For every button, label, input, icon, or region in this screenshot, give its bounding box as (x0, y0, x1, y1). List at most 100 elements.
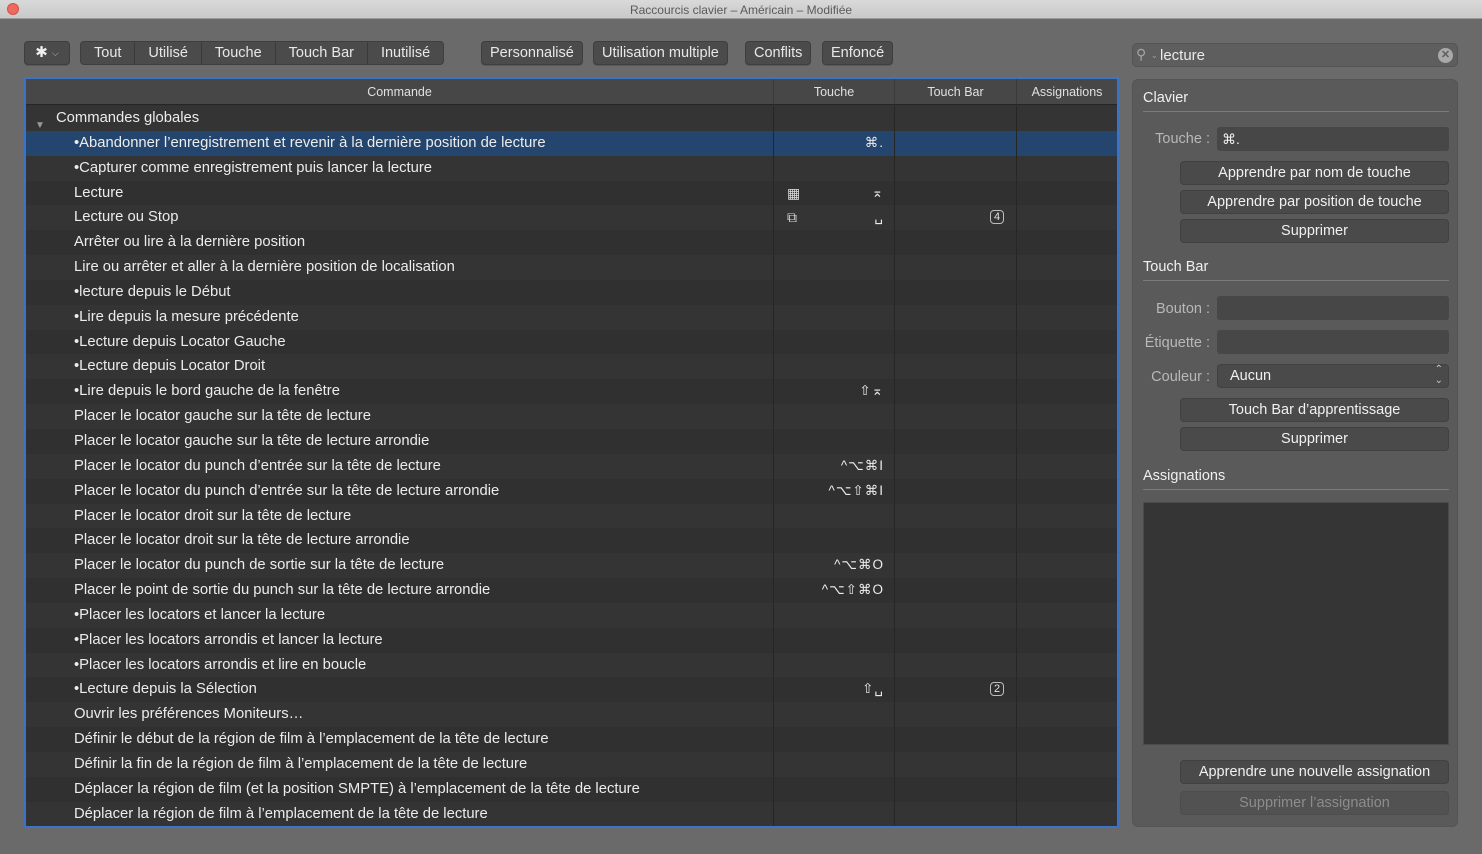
table-row[interactable]: Placer le locator gauche sur la tête de … (26, 428, 1117, 454)
table-row[interactable]: Placer le locator droit sur la tête de l… (26, 528, 1117, 554)
command-cell: •Lire depuis le bord gauche de la fenêtr… (26, 379, 774, 405)
command-label: •Lecture depuis Locator Droit (74, 358, 266, 375)
key-cell (774, 503, 895, 529)
table-row[interactable]: Placer le locator gauche sur la tête de … (26, 404, 1117, 429)
assignations-list[interactable] (1143, 502, 1449, 745)
assignments-cell (1017, 628, 1117, 653)
table-row[interactable]: Arrêter ou lire à la dernière position (26, 230, 1117, 256)
filter-utilise[interactable]: Utilisé (135, 42, 202, 64)
command-cell: Placer le locator droit sur la tête de l… (26, 503, 774, 529)
table-row[interactable]: Placer le locator droit sur la tête de l… (26, 503, 1117, 529)
search-field[interactable]: ⚲ ⌄ lecture ✕ (1132, 43, 1458, 67)
table-row[interactable]: Lecture ▦ ⌅ (26, 180, 1117, 206)
table-row[interactable]: Déplacer la région de film (et la positi… (26, 776, 1117, 802)
command-label: •lecture depuis le Début (74, 283, 231, 300)
key-cell: ^⌥⌘O (774, 553, 895, 579)
table-row[interactable]: •Lire depuis le bord gauche de la fenêtr… (26, 379, 1117, 405)
utilisation-multiple-button[interactable]: Utilisation multiple (593, 41, 728, 65)
header-key[interactable]: Touche (774, 79, 895, 104)
clear-icon[interactable]: ✕ (1438, 48, 1453, 63)
key-cell (774, 155, 895, 181)
touchbar-cell (895, 304, 1017, 330)
table-row[interactable]: •lecture depuis le Début (26, 279, 1117, 305)
key-cell (774, 428, 895, 454)
key-cell: ⌘. (774, 130, 895, 156)
delete-assignment-button[interactable]: Supprimer l’assignation (1180, 791, 1449, 815)
table-row[interactable]: •Placer les locators arrondis et lire en… (26, 652, 1117, 678)
enfonce-button[interactable]: Enfoncé (822, 41, 894, 65)
table-row[interactable]: Lecture ou Stop ⧉ ␣ 4 (26, 205, 1117, 231)
table-row[interactable]: •Abandonner l’enregistrement et revenir … (26, 130, 1117, 156)
table-row[interactable]: Ouvrir les préférences Moniteurs… (26, 702, 1117, 728)
table-row[interactable]: Placer le locator du punch d’entrée sur … (26, 478, 1117, 504)
command-cell: •Placer les locators arrondis et lancer … (26, 627, 774, 653)
header-assignments[interactable]: Assignations (1017, 79, 1117, 104)
command-cell: Lecture ou Stop (26, 205, 774, 231)
filter-tout[interactable]: Tout (81, 42, 136, 64)
command-label: Ouvrir les préférences Moniteurs… (74, 706, 304, 723)
command-label: Définir le début de la région de film à … (74, 731, 549, 748)
options-menu-button[interactable]: ✱ ⌵ (24, 41, 70, 65)
table-row[interactable]: •Lecture depuis Locator Gauche (26, 329, 1117, 355)
learn-touchbar-button[interactable]: Touch Bar d’apprentissage (1180, 398, 1449, 422)
table-row[interactable]: Définir le début de la région de film à … (26, 727, 1117, 752)
assignments-cell (1017, 131, 1117, 156)
personnalise-button[interactable]: Personnalisé (481, 41, 583, 65)
table-row[interactable]: Définir la fin de la région de film à l’… (26, 751, 1117, 777)
command-label: •Placer les locators et lancer la lectur… (74, 606, 326, 623)
command-cell: •Abandonner l’enregistrement et revenir … (26, 130, 774, 156)
key-shortcut: ^⌥⇧⌘O (821, 582, 884, 598)
search-icon[interactable]: ⚲ (1136, 46, 1146, 63)
table-row[interactable]: •Lecture depuis la Sélection ⇧␣ 2 (26, 677, 1117, 703)
key-cell: ^⌥⌘I (774, 453, 895, 479)
touchbar-cell (895, 404, 1017, 429)
filter-touch-bar[interactable]: Touch Bar (276, 42, 368, 64)
touche-field[interactable]: ⌘. (1217, 127, 1449, 151)
filter-touche[interactable]: Touche (202, 42, 276, 64)
search-input[interactable]: lecture (1160, 47, 1205, 64)
command-cell: Placer le locator droit sur la tête de l… (26, 528, 774, 554)
touchbar-cell (895, 329, 1017, 355)
touchbar-cell (895, 503, 1017, 529)
assignments-cell (1017, 156, 1117, 181)
updown-chevron-icon: ⌃ ⌄ (1434, 364, 1443, 386)
header-touchbar[interactable]: Touch Bar (895, 79, 1017, 104)
bouton-field[interactable] (1217, 296, 1449, 320)
conflits-button[interactable]: Conflits (745, 41, 812, 65)
command-cell: Placer le locator du punch d’entrée sur … (26, 453, 774, 479)
delete-key-button[interactable]: Supprimer (1180, 219, 1449, 243)
search-menu-chevron-icon: ⌄ (1151, 51, 1158, 60)
learn-by-key-name-button[interactable]: Apprendre par nom de touche (1180, 161, 1449, 185)
delete-touchbar-button[interactable]: Supprimer (1180, 427, 1449, 451)
assignments-cell (1017, 230, 1117, 255)
key-cell (774, 528, 895, 554)
table-row[interactable]: Placer le point de sortie du punch sur l… (26, 578, 1117, 603)
group-row[interactable]: ▼ Commandes globales (26, 106, 1117, 131)
table-row[interactable]: •Placer les locators arrondis et lancer … (26, 627, 1117, 653)
couleur-label: Couleur : (1151, 369, 1210, 385)
couleur-select[interactable]: Aucun ⌃ ⌄ (1217, 364, 1449, 388)
filter-inutilise[interactable]: Inutilisé (368, 42, 443, 64)
learn-by-key-position-button[interactable]: Apprendre par position de touche (1180, 190, 1449, 214)
command-cell: Placer le locator gauche sur la tête de … (26, 428, 774, 454)
table-row[interactable]: •Lire depuis la mesure précédente (26, 304, 1117, 330)
key-shortcut: ⇧␣ (862, 681, 884, 697)
table-row[interactable]: Placer le locator du punch de sortie sur… (26, 553, 1117, 579)
table-row[interactable]: •Capturer comme enregistrement puis lanc… (26, 155, 1117, 181)
assignments-cell (1017, 504, 1117, 529)
table-row[interactable]: •Lecture depuis Locator Droit (26, 354, 1117, 380)
divider (1143, 280, 1449, 281)
learn-new-assignment-button[interactable]: Apprendre une nouvelle assignation (1180, 760, 1449, 784)
table-row[interactable]: Déplacer la région de film à l’emplaceme… (26, 801, 1117, 826)
table-row[interactable]: •Placer les locators et lancer la lectur… (26, 602, 1117, 628)
key-shortcut: ⌅ (871, 184, 884, 200)
key-cell (774, 304, 895, 330)
key-cell (774, 255, 895, 280)
table-row[interactable]: Lire ou arrêter et aller à la dernière p… (26, 255, 1117, 280)
touchbar-cell (895, 230, 1017, 256)
etiquette-field[interactable] (1217, 330, 1449, 354)
touchbar-number-badge: 2 (990, 682, 1004, 697)
header-command[interactable]: Commande (26, 79, 774, 104)
table-row[interactable]: Placer le locator du punch d’entrée sur … (26, 453, 1117, 479)
command-cell: Placer le locator gauche sur la tête de … (26, 404, 774, 429)
